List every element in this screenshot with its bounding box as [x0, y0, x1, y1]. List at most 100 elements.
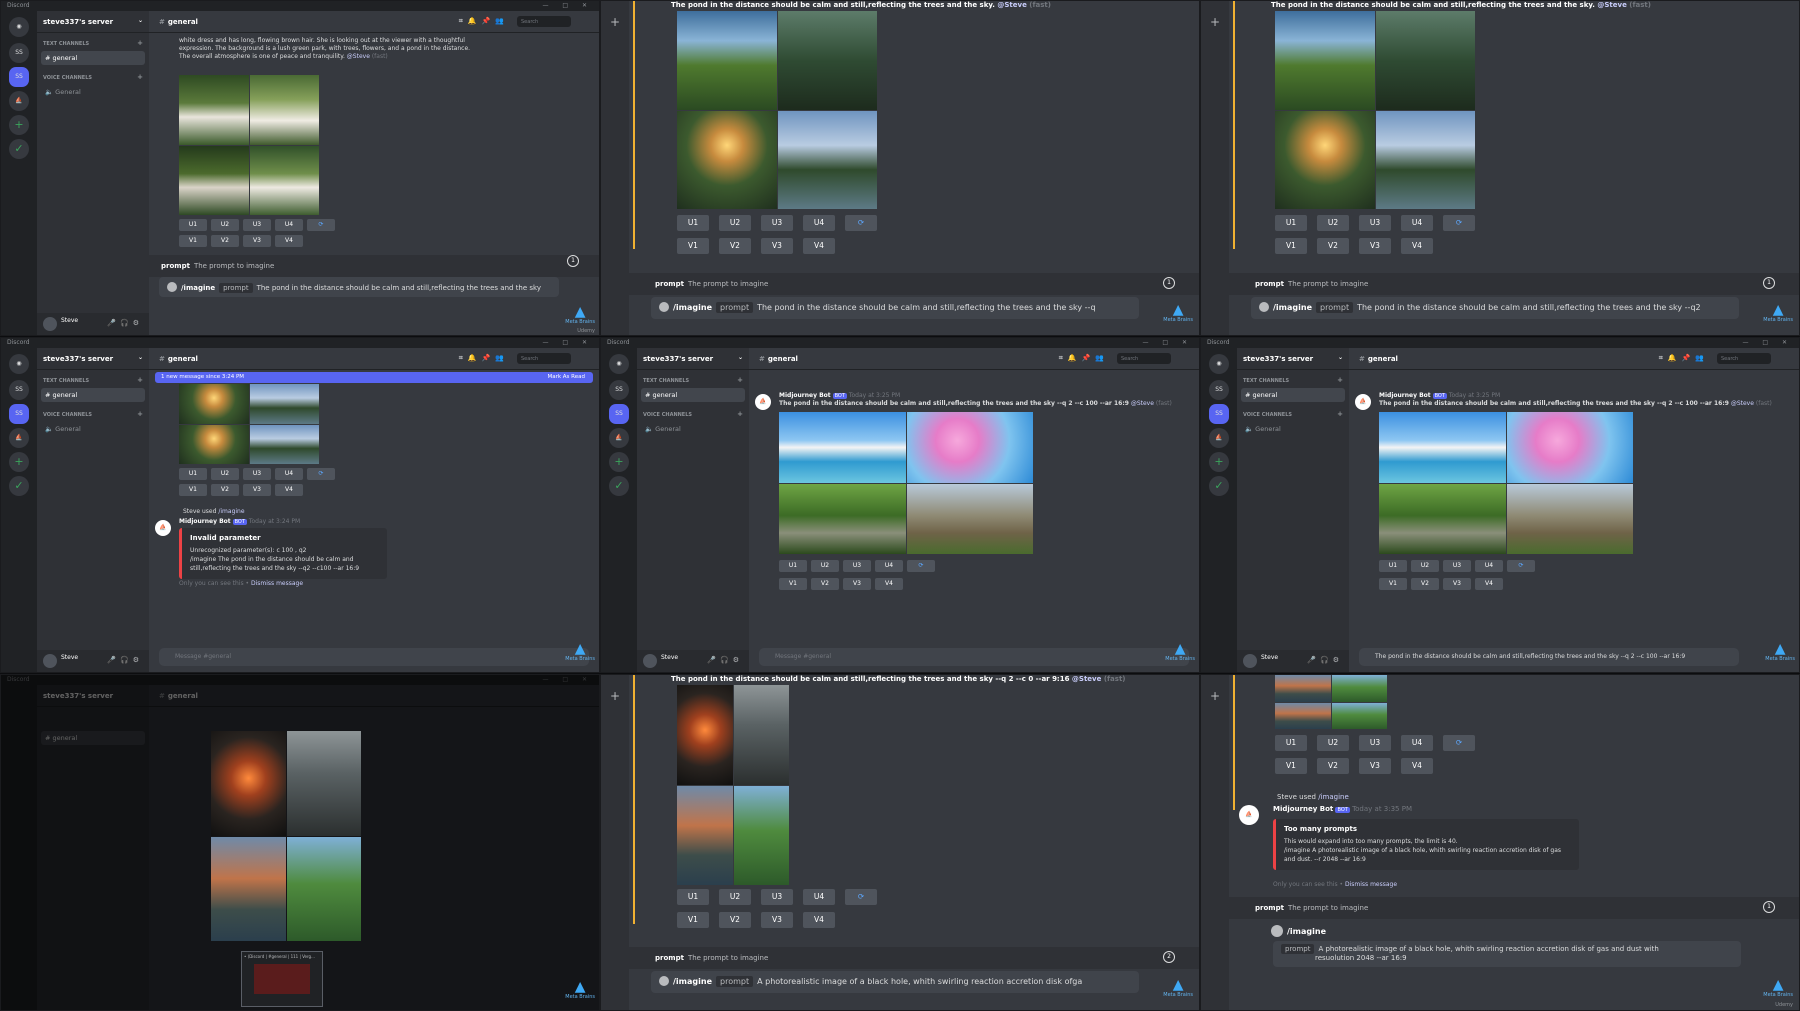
u1-button[interactable]: U1	[1275, 735, 1307, 751]
channel-general[interactable]: # general	[41, 388, 145, 402]
u3-button[interactable]: U3	[1359, 735, 1391, 751]
generated-image-4[interactable]	[906, 483, 1033, 554]
server-icon[interactable]: SS	[1209, 380, 1229, 400]
generated-image-1[interactable]	[1275, 675, 1331, 702]
u4-button[interactable]: U4	[1475, 560, 1503, 572]
message-input[interactable]: The pond in the distance should be calm …	[1359, 648, 1739, 666]
u1-button[interactable]: U1	[179, 468, 207, 480]
generated-image-2[interactable]	[1375, 11, 1475, 110]
search-input[interactable]: Search	[1717, 353, 1771, 364]
u4-button[interactable]: U4	[275, 219, 303, 231]
category-voice[interactable]: VOICE CHANNELS +	[637, 404, 749, 420]
window-controls[interactable]: — □ ✕	[542, 1, 593, 11]
server-icon-selected[interactable]: SS	[609, 404, 629, 424]
midjourney-server-icon[interactable]: ⛵	[9, 428, 29, 448]
generated-image-4[interactable]	[1506, 483, 1633, 554]
v4-button[interactable]: V4	[275, 235, 303, 247]
add-server-icon[interactable]: +	[9, 452, 29, 472]
command-input[interactable]: /imagine prompt A photorealistic image of …	[651, 971, 1139, 993]
v1-button[interactable]: V1	[677, 238, 709, 254]
server-icon-selected[interactable]: SS	[1209, 404, 1229, 424]
search-input[interactable]: Search	[517, 353, 571, 364]
u4-button[interactable]: U4	[1401, 735, 1433, 751]
generated-image-4[interactable]	[286, 836, 361, 941]
generated-image-1[interactable]	[779, 412, 906, 483]
generated-image-3[interactable]	[779, 483, 906, 554]
reroll-icon[interactable]: ⟳	[845, 215, 877, 231]
u2-button[interactable]: U2	[1317, 735, 1349, 751]
image-grid[interactable]	[779, 412, 1033, 554]
explore-icon[interactable]: ✓	[1209, 476, 1229, 496]
midjourney-avatar[interactable]: ⛵	[1355, 394, 1371, 410]
u4-button[interactable]: U4	[875, 560, 903, 572]
add-channel-icon[interactable]: +	[1337, 376, 1343, 384]
image-grid[interactable]	[1379, 412, 1633, 554]
u1-button[interactable]: U1	[677, 215, 709, 231]
u3-button[interactable]: U3	[761, 215, 793, 231]
u2-button[interactable]: U2	[811, 560, 839, 572]
add-channel-icon[interactable]: +	[737, 410, 743, 418]
generated-image-4[interactable]	[777, 110, 877, 209]
v4-button[interactable]: V4	[803, 912, 835, 928]
voice-channel-general[interactable]: 🔈 General	[641, 422, 745, 436]
u4-button[interactable]: U4	[803, 215, 835, 231]
add-channel-icon[interactable]: +	[137, 376, 143, 384]
generated-image-1[interactable]	[179, 384, 249, 424]
u3-button[interactable]: U3	[761, 889, 793, 905]
generated-image-4[interactable]	[249, 424, 319, 464]
v2-button[interactable]: V2	[719, 238, 751, 254]
reroll-icon[interactable]: ⟳	[1443, 735, 1475, 751]
header-icons[interactable]: ⌗🔔📌👥	[459, 354, 509, 363]
discord-home-icon[interactable]: ◉	[9, 17, 29, 37]
mark-as-read-button[interactable]: Mark As Read	[547, 374, 585, 380]
category-text[interactable]: TEXT CHANNELS +	[637, 370, 749, 386]
u4-button[interactable]: U4	[803, 889, 835, 905]
v3-button[interactable]: V3	[1359, 758, 1391, 774]
channel-general[interactable]: # general	[41, 51, 145, 65]
reroll-icon[interactable]: ⟳	[1443, 215, 1475, 231]
add-server-icon[interactable]: +	[1209, 452, 1229, 472]
channel-general[interactable]: # general	[1241, 388, 1345, 402]
add-server-icon[interactable]: +	[609, 452, 629, 472]
u3-button[interactable]: U3	[1359, 215, 1391, 231]
generated-image-4[interactable]	[733, 785, 789, 885]
u1-button[interactable]: U1	[1275, 215, 1307, 231]
header-icons[interactable]: ⌗🔔📌👥	[1059, 354, 1109, 363]
server-header[interactable]: steve337's server ⌄	[1237, 348, 1349, 370]
generated-image-1[interactable]	[179, 75, 249, 145]
reroll-icon[interactable]: ⟳	[307, 468, 335, 480]
image-grid[interactable]	[677, 685, 789, 885]
add-icon[interactable]: +	[1210, 15, 1220, 29]
generated-image-3[interactable]	[1379, 483, 1506, 554]
header-icons[interactable]: ⌗🔔📌👥	[459, 17, 509, 26]
prompt-option-popup[interactable]: prompt The prompt to imagine	[1229, 273, 1799, 295]
add-channel-icon[interactable]: +	[137, 410, 143, 418]
server-header[interactable]: steve337's server ⌄	[37, 11, 149, 33]
v3-button[interactable]: V3	[1359, 238, 1391, 254]
v1-button[interactable]: V1	[1275, 238, 1307, 254]
u3-button[interactable]: U3	[843, 560, 871, 572]
server-icon[interactable]: SS	[9, 380, 29, 400]
prompt-option-popup[interactable]: prompt The prompt to imagine	[1229, 897, 1799, 919]
v4-button[interactable]: V4	[875, 578, 903, 590]
midjourney-avatar[interactable]: ⛵	[1239, 805, 1259, 825]
server-icon[interactable]: SS	[9, 43, 29, 63]
v2-button[interactable]: V2	[211, 235, 239, 247]
v2-button[interactable]: V2	[1411, 578, 1439, 590]
generated-image-2[interactable]	[733, 685, 789, 785]
u3-button[interactable]: U3	[1443, 560, 1471, 572]
u2-button[interactable]: U2	[1411, 560, 1439, 572]
explore-icon[interactable]: ✓	[609, 476, 629, 496]
image-grid[interactable]	[1275, 11, 1475, 209]
voice-channel-general[interactable]: 🔈 General	[1241, 422, 1345, 436]
generated-image-1[interactable]	[677, 685, 733, 785]
generated-image-2[interactable]	[906, 412, 1033, 483]
v3-button[interactable]: V3	[761, 912, 793, 928]
u2-button[interactable]: U2	[719, 215, 751, 231]
u3-button[interactable]: U3	[243, 468, 271, 480]
category-voice[interactable]: VOICE CHANNELS +	[37, 404, 149, 420]
avatar[interactable]	[43, 654, 57, 668]
v3-button[interactable]: V3	[843, 578, 871, 590]
generated-image-3[interactable]	[1275, 110, 1375, 209]
new-messages-bar[interactable]: 1 new message since 3:24 PM Mark As Read	[155, 372, 593, 383]
